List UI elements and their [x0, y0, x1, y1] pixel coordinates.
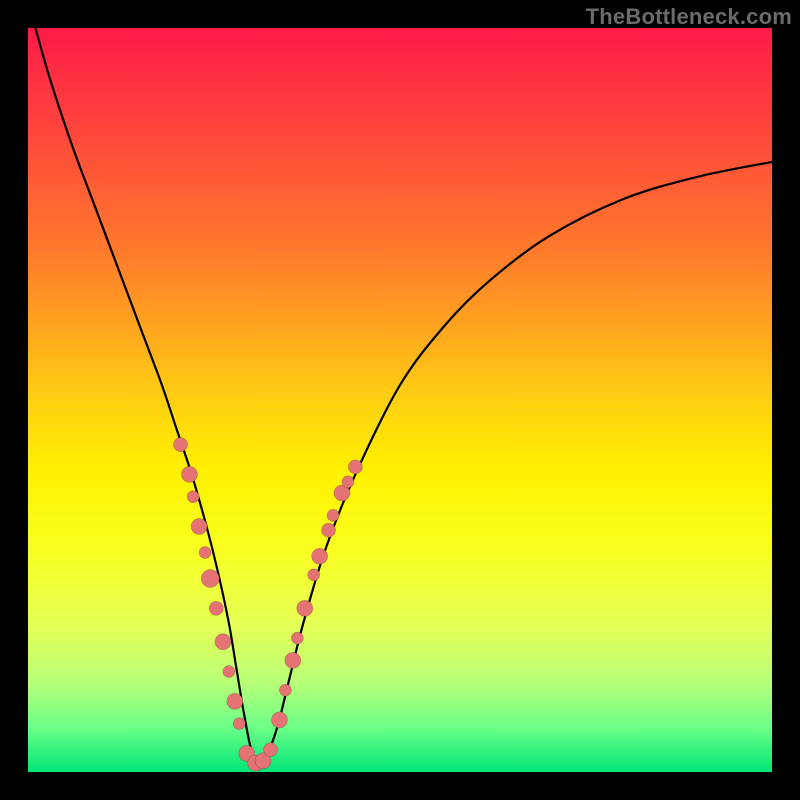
chart-frame: TheBottleneck.com [0, 0, 800, 800]
data-marker [312, 548, 328, 564]
data-marker [271, 712, 287, 728]
data-marker [348, 460, 362, 474]
data-marker [201, 570, 219, 588]
bottleneck-curve [35, 28, 772, 765]
data-marker [233, 718, 245, 730]
data-marker [174, 438, 188, 452]
chart-svg [28, 28, 772, 772]
data-marker [209, 601, 223, 615]
data-marker [285, 652, 301, 668]
data-marker [264, 743, 278, 757]
data-marker [308, 569, 320, 581]
data-marker [297, 600, 313, 616]
data-marker [291, 632, 303, 644]
data-marker [215, 634, 231, 650]
data-marker [223, 666, 235, 678]
data-marker [322, 523, 336, 537]
marker-group [174, 438, 363, 771]
data-marker [227, 693, 243, 709]
data-marker [181, 466, 197, 482]
data-marker [187, 491, 199, 503]
data-marker [327, 509, 339, 521]
plot-area [28, 28, 772, 772]
data-marker [199, 547, 211, 559]
data-marker [191, 518, 207, 534]
data-marker [342, 476, 354, 488]
watermark-label: TheBottleneck.com [586, 4, 792, 30]
data-marker [279, 684, 291, 696]
